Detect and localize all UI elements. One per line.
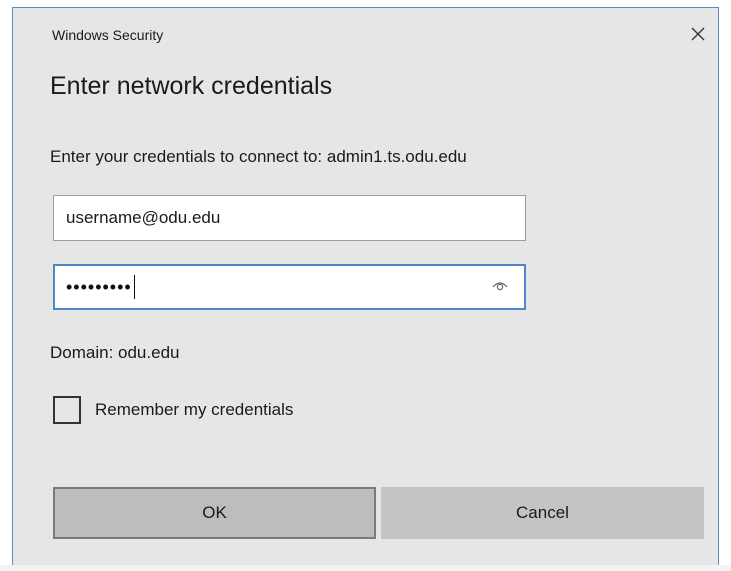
password-masked-value: •••••••••: [66, 276, 132, 297]
password-field[interactable]: •••••••••: [53, 264, 526, 310]
dialog-heading: Enter network credentials: [50, 72, 333, 100]
close-button[interactable]: [678, 20, 718, 52]
connect-prompt: Enter your credentials to connect to: ad…: [50, 147, 467, 166]
eye-icon: [491, 277, 509, 297]
reveal-password-button[interactable]: [490, 279, 510, 295]
window-title: Windows Security: [52, 27, 164, 43]
remember-label[interactable]: Remember my credentials: [95, 400, 293, 420]
domain-label: Domain: odu.edu: [50, 343, 180, 362]
remember-credentials-option[interactable]: Remember my credentials: [53, 396, 293, 424]
close-icon: [691, 27, 705, 46]
username-field[interactable]: username@odu.edu: [53, 195, 526, 241]
remember-checkbox[interactable]: [53, 396, 81, 424]
ok-button[interactable]: OK: [53, 487, 376, 539]
credentials-dialog: Windows Security Enter network credentia…: [12, 7, 719, 571]
username-value: username@odu.edu: [66, 208, 221, 227]
screen-bottom-strip: [0, 565, 731, 571]
text-caret: [133, 275, 135, 299]
cancel-button[interactable]: Cancel: [381, 487, 704, 539]
